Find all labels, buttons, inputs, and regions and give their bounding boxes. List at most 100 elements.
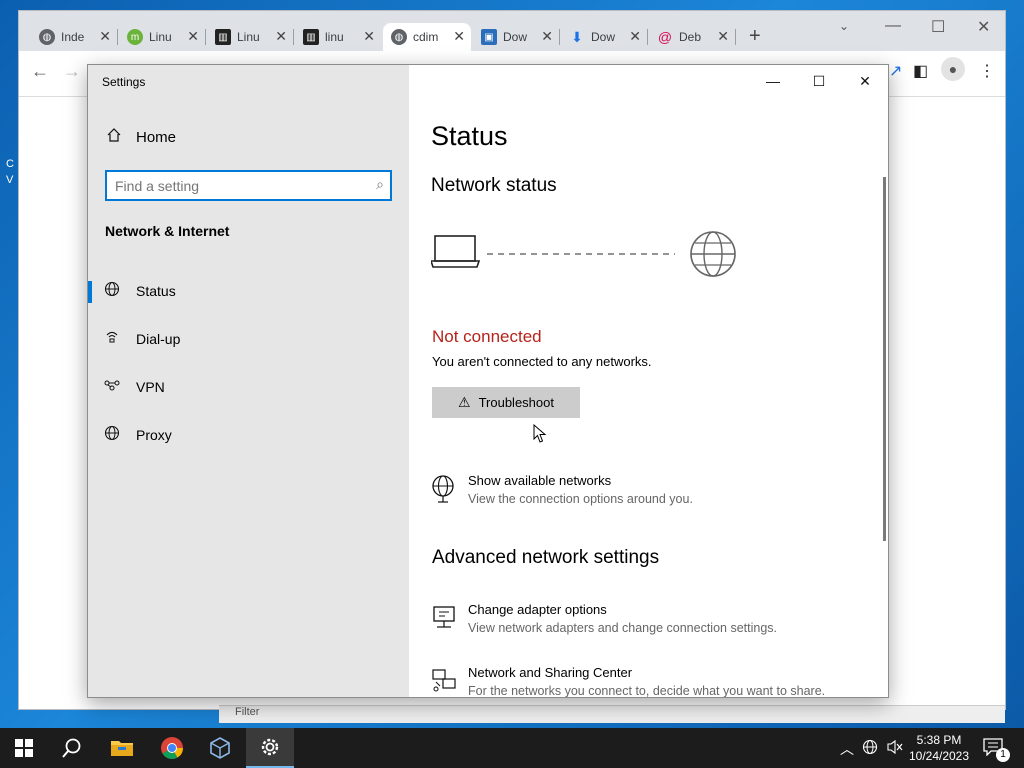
clock-time: 5:38 PM <box>916 733 962 747</box>
mouse-cursor-icon <box>533 424 547 443</box>
browser-tab[interactable]: ⬇ Dow ✕ <box>561 23 647 51</box>
nav-item-proxy[interactable]: Proxy <box>88 415 409 455</box>
show-available-networks-link[interactable]: Show available networks View the connect… <box>431 473 871 517</box>
browser-tab[interactable]: ▥ Linu ✕ <box>207 23 293 51</box>
chrome-icon <box>161 737 183 759</box>
maximize-button[interactable]: ☐ <box>796 65 842 97</box>
window-title: Settings <box>102 75 146 89</box>
connection-status-description: You aren't connected to any networks. <box>432 354 652 369</box>
close-icon[interactable]: ✕ <box>717 28 729 45</box>
browser-tab[interactable]: ▥ linu ✕ <box>295 23 381 51</box>
status-globe-icon <box>88 281 136 302</box>
chevron-up-icon[interactable]: ︿ <box>840 739 854 759</box>
notification-badge: 1 <box>996 748 1010 762</box>
archive-icon: ▥ <box>303 29 319 45</box>
laptop-icon <box>429 235 481 268</box>
browser-tab[interactable]: @ Deb ✕ <box>649 23 735 51</box>
troubleshoot-button[interactable]: ⚠ Troubleshoot <box>432 387 580 418</box>
search-icon[interactable]: ⌕ <box>376 176 384 193</box>
desktop-icon-fragment[interactable]: V <box>6 174 13 186</box>
advanced-settings-heading: Advanced network settings <box>432 547 660 568</box>
close-icon: ✕ <box>859 72 871 89</box>
search-button[interactable] <box>48 728 96 768</box>
troubleshoot-label: Troubleshoot <box>478 395 554 410</box>
tab-label: linu <box>325 30 344 44</box>
extension-icon[interactable]: ↗ <box>889 61 902 81</box>
internet-globe-icon <box>690 231 736 277</box>
tab-label: Inde <box>61 30 85 44</box>
settings-window: Settings Home ⌕ Network & Internet Statu… <box>87 64 889 698</box>
nav-item-label: VPN <box>136 379 165 395</box>
close-icon[interactable]: ✕ <box>99 28 111 45</box>
dialup-icon <box>88 329 136 350</box>
profile-icon[interactable]: ● <box>941 57 965 81</box>
download-icon: ⬇ <box>571 28 583 45</box>
browser-tab[interactable]: m Linu ✕ <box>119 23 205 51</box>
back-icon[interactable]: ← <box>31 61 49 82</box>
tab-separator <box>647 29 648 45</box>
taskbar-chrome[interactable] <box>148 728 196 768</box>
tab-label: Dow <box>503 30 528 44</box>
maximize-icon: ☐ <box>812 72 826 89</box>
taskbar-virtualbox[interactable] <box>196 728 244 768</box>
close-icon[interactable]: ✕ <box>541 28 553 45</box>
close-icon[interactable]: ✕ <box>363 28 375 45</box>
close-icon[interactable]: ✕ <box>977 17 990 37</box>
tab-label: Dow <box>591 30 616 44</box>
tab-separator <box>559 29 560 45</box>
virtualbox-icon <box>210 737 230 759</box>
sharing-center-icon <box>431 667 457 693</box>
browser-tab[interactable]: ▣ Dow ✕ <box>473 23 559 51</box>
chevron-down-icon[interactable]: ⌄ <box>839 19 849 33</box>
close-icon[interactable]: ✕ <box>187 28 199 45</box>
minimize-icon[interactable]: — <box>885 17 901 35</box>
taskbar-file-explorer[interactable] <box>98 728 146 768</box>
connection-status: Not connected <box>432 327 542 346</box>
clock[interactable]: 5:38 PM 10/24/2023 <box>906 732 972 764</box>
nav-home[interactable]: Home <box>106 127 176 148</box>
nav-item-vpn[interactable]: VPN <box>88 367 409 407</box>
tab-separator <box>205 29 206 45</box>
taskbar-settings[interactable] <box>246 728 294 768</box>
tab-separator <box>117 29 118 45</box>
forward-icon[interactable]: → <box>63 61 81 82</box>
nav-item-label: Proxy <box>136 427 172 443</box>
start-button[interactable] <box>0 728 48 768</box>
archive-icon: ▥ <box>215 29 231 45</box>
menu-icon[interactable]: ⋮ <box>979 61 995 81</box>
minimize-button[interactable]: — <box>750 65 796 97</box>
home-icon <box>106 127 136 148</box>
link-description: View the connection options around you. <box>468 492 693 506</box>
change-adapter-options-link[interactable]: Change adapter options View network adap… <box>431 602 871 646</box>
image-icon: ▣ <box>481 29 497 45</box>
network-globe-icon[interactable] <box>862 739 878 758</box>
search-input[interactable] <box>115 176 355 196</box>
browser-tab[interactable]: ◍ Inde ✕ <box>31 23 117 51</box>
section-title: Network & Internet <box>105 223 230 239</box>
scrollbar[interactable] <box>883 177 886 541</box>
browser-tab-active[interactable]: ◍ cdim ✕ <box>383 23 471 51</box>
globe-icon: ◍ <box>39 29 55 45</box>
nav-item-status[interactable]: Status <box>88 271 409 311</box>
volume-muted-icon[interactable] <box>886 739 904 758</box>
selection-indicator <box>88 281 92 303</box>
gear-icon <box>261 738 279 756</box>
close-button[interactable]: ✕ <box>842 65 888 97</box>
nav-item-dialup[interactable]: Dial-up <box>88 319 409 359</box>
tab-separator <box>735 29 736 45</box>
close-icon[interactable]: ✕ <box>453 28 465 45</box>
maximize-icon[interactable]: ☐ <box>931 17 945 37</box>
tab-label: Linu <box>237 30 260 44</box>
adapter-icon <box>431 604 457 630</box>
close-icon[interactable]: ✕ <box>275 28 287 45</box>
network-sharing-center-link[interactable]: Network and Sharing Center For the netwo… <box>431 665 871 697</box>
filter-label[interactable]: Filter <box>235 706 259 718</box>
side-panel-icon[interactable]: ◧ <box>913 61 928 81</box>
clock-date: 10/24/2023 <box>908 749 970 763</box>
tab-label: Linu <box>149 30 172 44</box>
new-tab-icon[interactable]: + <box>749 25 761 48</box>
network-diagram <box>429 225 741 285</box>
desktop-icon-fragment[interactable]: C <box>6 158 14 170</box>
search-box[interactable]: ⌕ <box>105 170 392 201</box>
close-icon[interactable]: ✕ <box>629 28 641 45</box>
